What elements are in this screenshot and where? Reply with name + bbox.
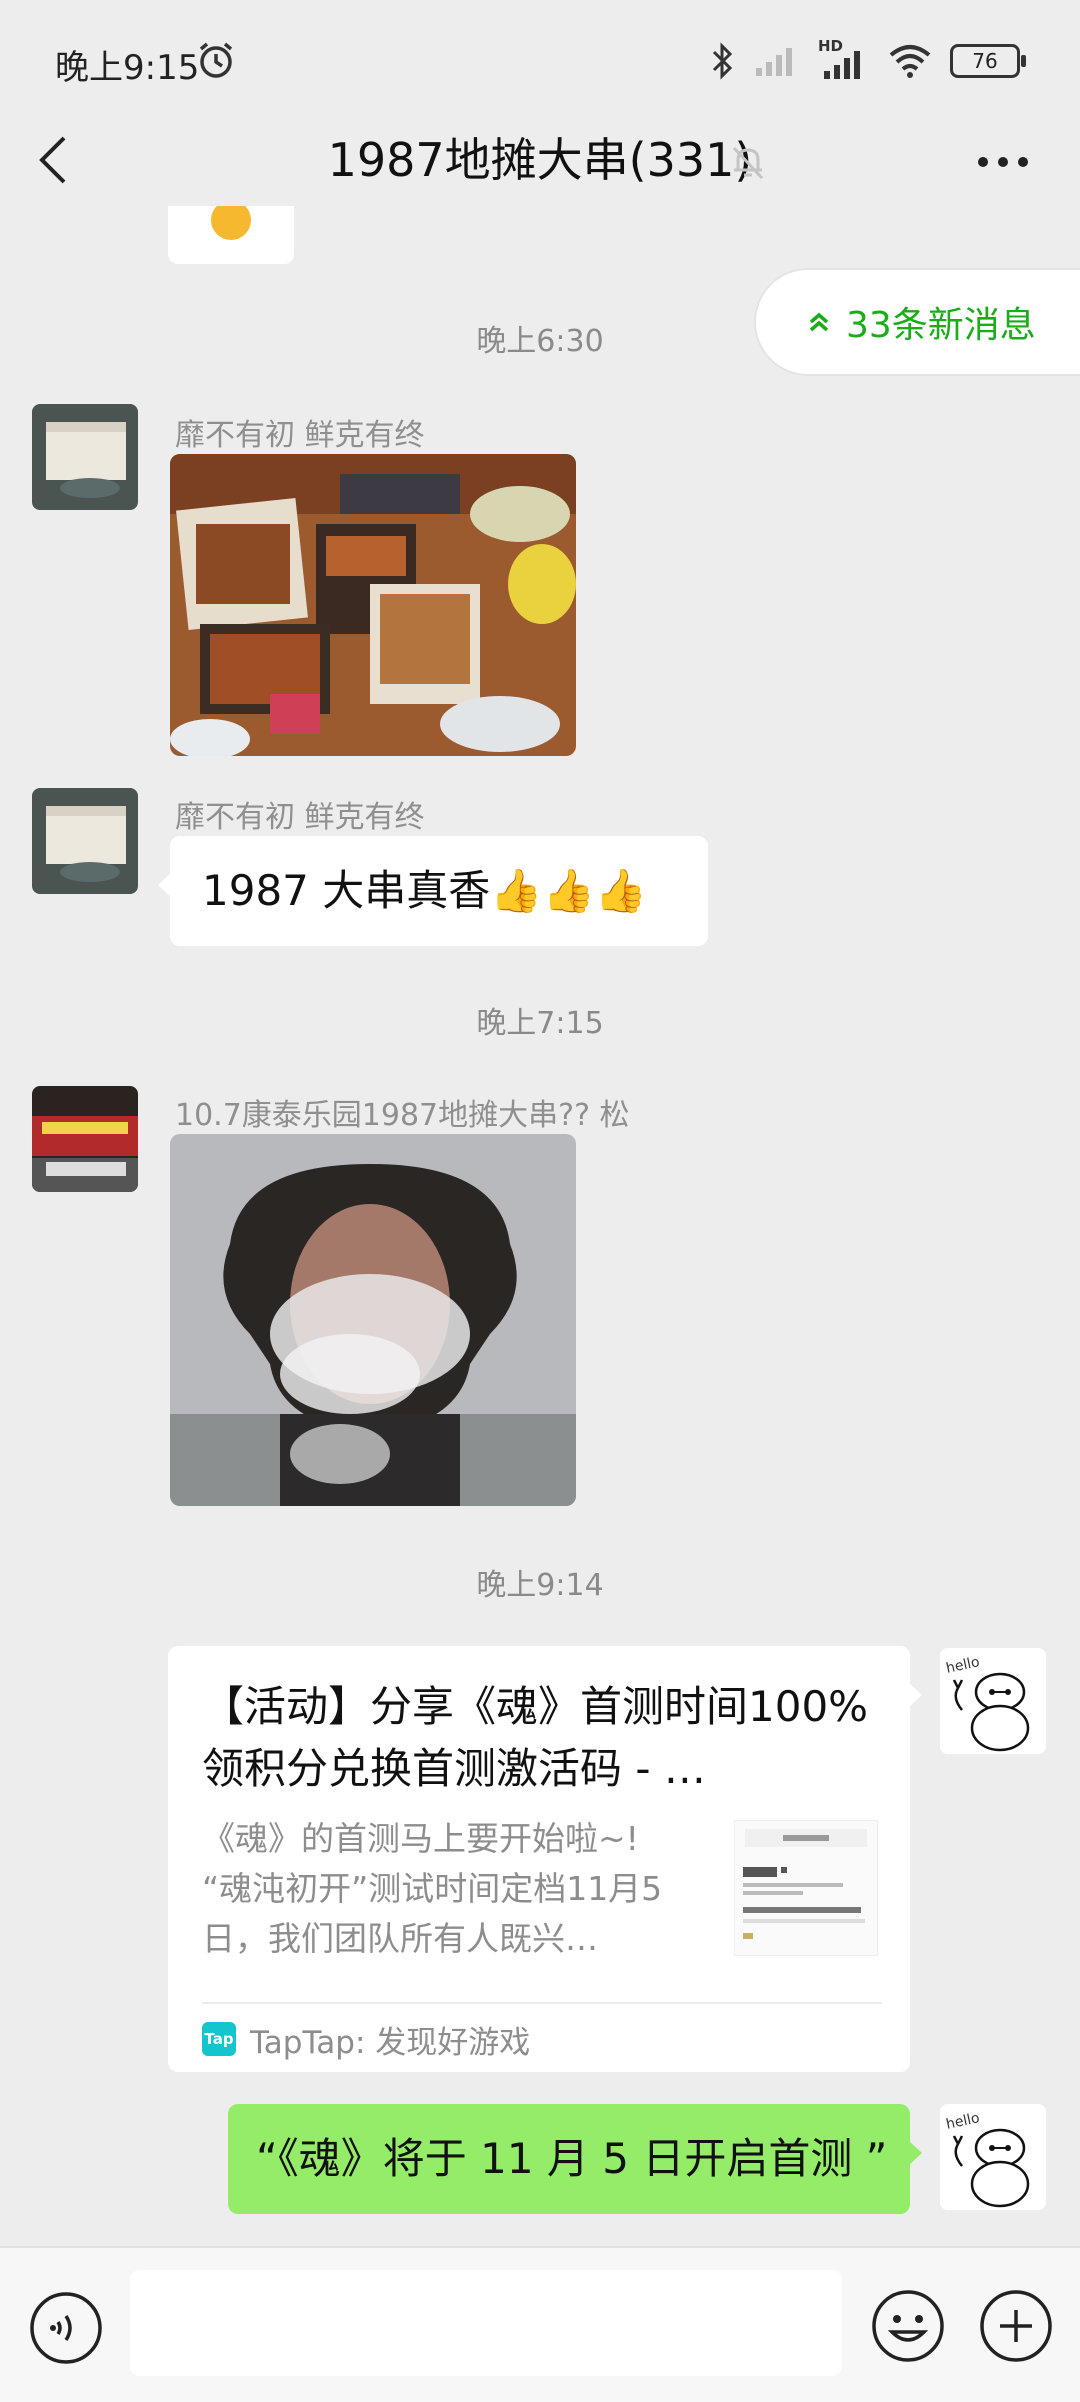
avatar[interactable]: hello (940, 1648, 1046, 1754)
emoji-icon[interactable] (870, 2288, 946, 2364)
signal-hd-icon: HD (818, 37, 870, 81)
bluetooth-icon (712, 42, 733, 80)
text-message-bubble[interactable]: 1987 大串真香👍👍👍 (158, 836, 708, 946)
status-bar: 晚上9:15 HD 76 (0, 0, 1080, 120)
battery-indicator: 76 (950, 44, 1026, 78)
chat-title: 1987地摊大串(331) (327, 133, 753, 187)
bubble-tail (158, 872, 172, 898)
sender-name: 靡不有初 鲜克有终 (175, 418, 425, 453)
bubble-tail (908, 2140, 922, 2166)
previous-message-bubble (168, 200, 294, 264)
voice-input-icon[interactable] (28, 2290, 104, 2366)
timestamp: 晚上9:14 (476, 1568, 604, 1603)
link-card-divider (202, 2002, 882, 2004)
food-photo-message[interactable] (170, 454, 576, 756)
plus-icon[interactable] (978, 2288, 1054, 2364)
bubble-tail (908, 1682, 922, 1708)
avatar[interactable] (32, 788, 138, 894)
message-text: 1987 大串真香👍👍👍 (202, 866, 648, 915)
wifi-icon (889, 45, 931, 78)
emoji-partial-icon (211, 200, 251, 240)
status-time: 晚上9:15 (55, 48, 200, 88)
status-icons: HD 76 (710, 37, 1026, 84)
timestamp: 晚上7:15 (476, 1006, 604, 1041)
more-options-icon[interactable] (976, 154, 1030, 170)
link-card-thumbnail (734, 1820, 878, 1956)
link-card-message[interactable]: 【活动】分享《魂》首测时间100%领积分兑换首测激活码 - … 《魂》的首测马上… (168, 1646, 922, 2072)
link-card-source-label: TapTap: 发现好游戏 (250, 2024, 531, 2061)
meme-image-message[interactable] (170, 1134, 576, 1506)
link-card-title: 【活动】分享《魂》首测时间100%领积分兑换首测激活码 - … (202, 1682, 869, 1793)
message-input[interactable] (130, 2270, 842, 2376)
taptap-logo-icon: Tap (202, 2022, 236, 2056)
message-text: “《魂》将于 11 月 5 日开启首测 ” (256, 2134, 888, 2183)
avatar[interactable] (32, 1086, 138, 1192)
avatar[interactable]: hello (940, 2104, 1046, 2210)
sender-name: 10.7康泰乐园1987地摊大串?? 松 (175, 1098, 630, 1133)
alarm-icon (199, 42, 233, 78)
sender-name: 靡不有初 鲜克有终 (175, 800, 425, 835)
signal-weak-icon (756, 48, 792, 76)
avatar[interactable] (32, 404, 138, 510)
mute-bell-icon (732, 146, 764, 180)
timestamp: 晚上6:30 (476, 324, 604, 359)
link-card-source: Tap TapTap: 发现好游戏 (202, 2016, 530, 2062)
link-card-description: 《魂》的首测马上要开始啦~! “魂沌初开”测试时间定档11月5日，我们团队所有人… (202, 1819, 663, 1958)
sent-text-bubble[interactable]: “《魂》将于 11 月 5 日开启首测 ” (228, 2104, 922, 2214)
